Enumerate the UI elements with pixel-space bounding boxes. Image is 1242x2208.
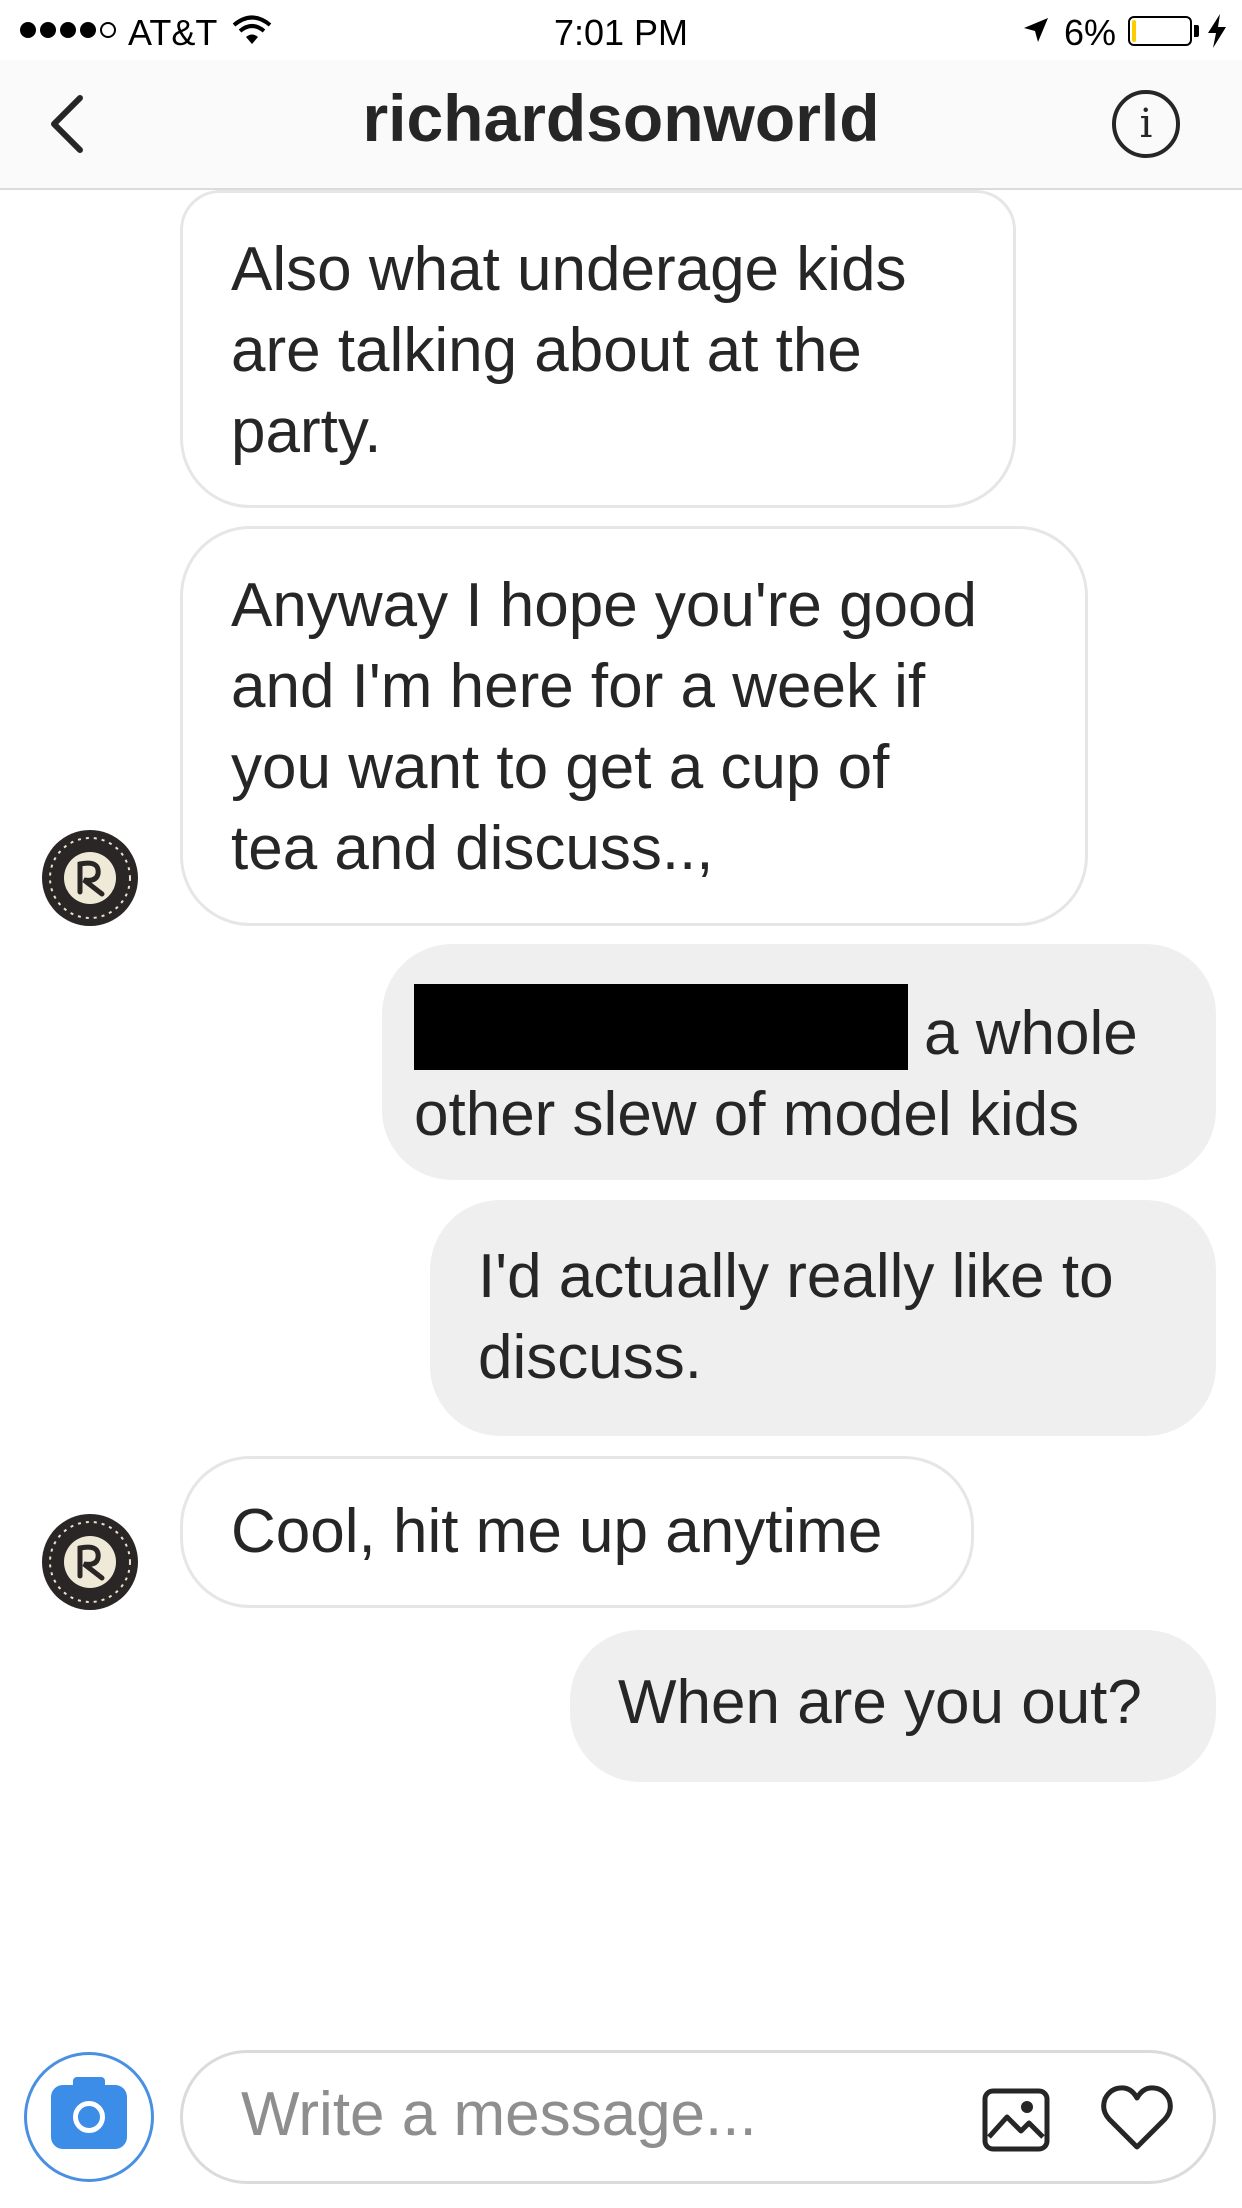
message-composer[interactable]: Write a message... [180,2050,1216,2184]
message-line: Cool, hit me up anytime [231,1497,883,1566]
battery-icon [1128,16,1192,46]
camera-button[interactable] [24,2052,154,2182]
conversation-title[interactable]: richardsonworld [0,80,1242,156]
message-line: other slew of model kids [414,1080,1080,1149]
redaction-block [414,984,908,1070]
message-line: Also what underage kids [231,235,907,304]
message-line: a whole [414,984,1216,1074]
charging-bolt-icon [1206,14,1228,53]
incoming-message-bubble[interactable]: Anyway I hope you're good and I'm here f… [180,526,1088,926]
avatar[interactable] [42,1514,138,1610]
outgoing-message-bubble[interactable]: When are you out? [570,1630,1216,1782]
incoming-message-bubble[interactable]: Cool, hit me up anytime [180,1456,974,1608]
heart-icon[interactable] [1099,2083,1175,2158]
camera-icon [51,2077,127,2149]
message-line: tea and discuss.., [231,814,714,883]
message-line: party. [231,397,382,466]
message-line: discuss. [478,1323,702,1392]
incoming-message-bubble[interactable]: Also what underage kids are talking abou… [180,190,1016,508]
conversation-header: richardsonworld i [0,60,1242,190]
location-arrow-icon [1022,16,1050,49]
battery-percent: 6% [1064,12,1117,53]
message-line: you want to get a cup of [231,733,890,802]
message-line: are talking about at the [231,316,862,385]
status-bar: AT&T 7:01 PM 6% [0,0,1242,60]
message-line: I'd actually really like to [478,1242,1114,1311]
outgoing-message-bubble[interactable]: a whole other slew of model kids [382,944,1216,1180]
message-line: When are you out? [618,1668,1142,1737]
avatar[interactable] [42,830,138,926]
message-line: and I'm here for a week if [231,652,926,721]
gallery-icon[interactable] [981,2085,1051,2160]
info-icon[interactable]: i [1112,90,1180,158]
outgoing-message-bubble[interactable]: I'd actually really like to discuss. [430,1200,1216,1436]
message-input-placeholder[interactable]: Write a message... [241,2079,757,2150]
message-line: Anyway I hope you're good [231,571,977,640]
clock: 7:01 PM [553,12,689,53]
